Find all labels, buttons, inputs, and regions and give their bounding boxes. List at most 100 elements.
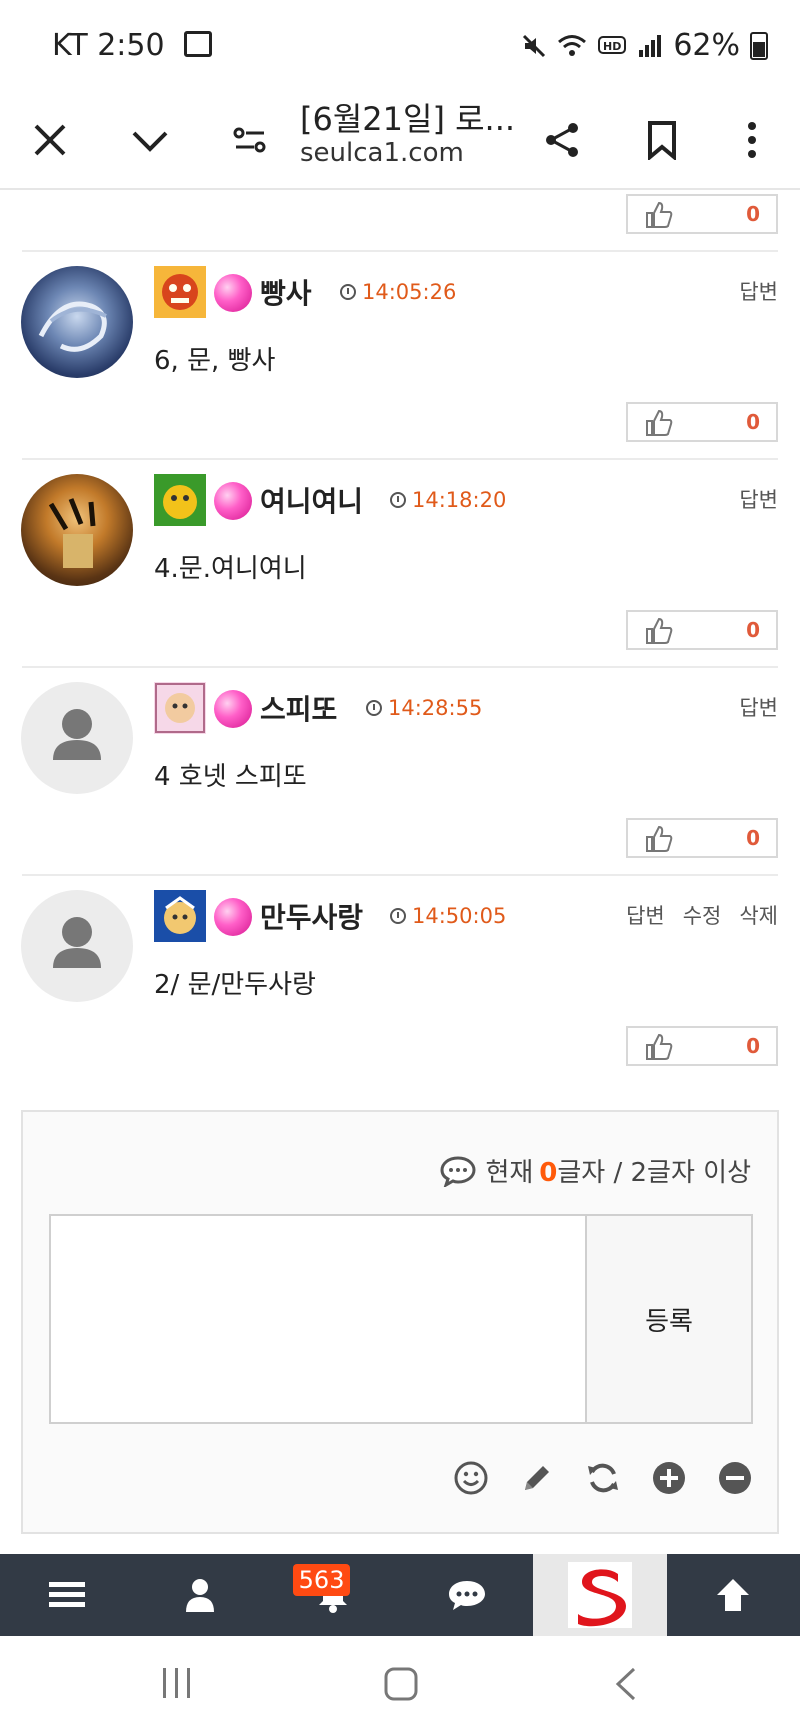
comment-actions: 답변 <box>739 692 778 722</box>
nickname[interactable]: 여니여니 <box>260 480 363 520</box>
like-button[interactable]: 0 <box>626 194 778 234</box>
status-right: HD 62% <box>521 28 768 63</box>
mute-icon <box>523 34 546 57</box>
page-domain[interactable]: seulca1.com <box>300 138 464 168</box>
char-count-prefix: 현재 <box>485 1158 534 1188</box>
like-count: 0 <box>746 202 760 226</box>
thumbs-up-icon <box>646 825 673 852</box>
level-icon <box>154 266 206 318</box>
level-icon <box>154 682 206 734</box>
thumbs-up-icon <box>646 617 673 644</box>
chat-bubble-icon <box>448 1581 485 1610</box>
member-badge-icon <box>214 898 252 936</box>
level-icon <box>154 474 206 526</box>
arrow-up-icon <box>717 1579 750 1611</box>
browser-toolbar: [6월21일] 로... seulca1.com <box>0 90 800 190</box>
like-button[interactable]: 0 <box>626 818 778 858</box>
time-text: 14:28:55 <box>388 696 483 720</box>
reply-link[interactable]: 답변 <box>739 276 778 306</box>
default-user-icon <box>53 917 101 968</box>
hd-voice-icon: HD <box>598 35 627 54</box>
like-button[interactable]: 0 <box>626 402 778 442</box>
close-tab-button[interactable] <box>20 110 80 170</box>
comment-time: 14:05:26 <box>340 280 456 304</box>
home-icon <box>384 1667 418 1701</box>
edit-link[interactable]: 수정 <box>683 900 722 930</box>
delete-link[interactable]: 삭제 <box>739 900 778 930</box>
site-settings-button[interactable] <box>220 110 280 170</box>
chevron-down-icon <box>132 131 168 152</box>
like-count: 0 <box>746 1034 760 1058</box>
clock-icon <box>390 492 406 508</box>
char-counter: 현재 0글자 / 2글자 이상 <box>439 1152 751 1189</box>
smiley-icon <box>454 1461 488 1495</box>
more-menu-button[interactable] <box>722 110 782 170</box>
default-user-icon <box>53 709 101 760</box>
home-button[interactable] <box>383 1666 419 1706</box>
carrier-time: KT 2:50 <box>52 28 165 63</box>
minus-circle-icon <box>719 1462 751 1494</box>
comment-time: 14:28:55 <box>366 696 482 720</box>
messages-button[interactable] <box>400 1554 533 1636</box>
like-count: 0 <box>746 826 760 850</box>
comment-time: 14:50:05 <box>390 904 506 928</box>
recent-apps-button[interactable] <box>160 1666 194 1704</box>
nickname[interactable]: 빵사 <box>260 272 312 312</box>
back-button[interactable] <box>612 1666 638 1706</box>
comment-text: 4.문.여니여니 <box>154 554 307 584</box>
site-logo-button[interactable] <box>533 1554 667 1636</box>
clock-icon <box>340 284 356 300</box>
like-button[interactable]: 0 <box>626 610 778 650</box>
pencil-icon <box>525 1466 549 1490</box>
comment-item: 여니여니 14:18:20 답변 4.문.여니여니 0 <box>0 460 800 666</box>
submit-button[interactable]: 등록 <box>585 1214 753 1424</box>
char-count-value: 0 <box>539 1158 558 1188</box>
svg-text:HD: HD <box>603 40 621 53</box>
menu-button[interactable] <box>0 1554 133 1636</box>
scroll-top-button[interactable] <box>667 1554 800 1636</box>
clock-icon <box>366 700 382 716</box>
status-bar: KT 2:50 HD 62% <box>0 0 800 90</box>
emoji-button[interactable] <box>453 1460 489 1496</box>
comment-textarea[interactable] <box>49 1214 587 1424</box>
avatar <box>21 474 133 586</box>
like-button[interactable]: 0 <box>626 1026 778 1066</box>
nickname[interactable]: 스피또 <box>260 688 337 728</box>
bookmark-button[interactable] <box>632 110 692 170</box>
comment-actions: 답변 <box>739 276 778 306</box>
nickname[interactable]: 만두사랑 <box>260 896 363 936</box>
pencil-button[interactable] <box>519 1460 555 1496</box>
collapse-button[interactable] <box>120 110 180 170</box>
like-count: 0 <box>746 410 760 434</box>
hamburger-icon <box>48 1582 85 1607</box>
speech-bubble-icon <box>440 1155 476 1187</box>
share-button[interactable] <box>532 110 592 170</box>
reply-link[interactable]: 답변 <box>626 900 665 930</box>
shrink-button[interactable] <box>717 1460 753 1496</box>
refresh-icon <box>588 1463 618 1493</box>
avatar <box>21 266 133 378</box>
battery-icon <box>750 31 768 60</box>
recent-apps-icon <box>163 1668 190 1698</box>
system-navigation-bar <box>0 1636 800 1734</box>
editor-tools <box>453 1460 753 1496</box>
comment-actions: 답변 수정 삭제 <box>626 900 778 930</box>
comment-item: 스피또 14:28:55 답변 4 호넷 스피또 0 <box>0 668 800 874</box>
refresh-button[interactable] <box>585 1460 621 1496</box>
member-badge-icon <box>214 690 252 728</box>
profile-button[interactable] <box>133 1554 266 1636</box>
comment-write-form: 현재 0글자 / 2글자 이상 등록 <box>21 1110 779 1534</box>
expand-button[interactable] <box>651 1460 687 1496</box>
time-text: 14:18:20 <box>412 488 507 512</box>
notification-button[interactable]: 563 <box>267 1554 400 1636</box>
reply-link[interactable]: 답변 <box>739 692 778 722</box>
avatar <box>21 682 133 794</box>
thumbs-up-icon <box>646 409 673 436</box>
tune-icon <box>233 127 266 153</box>
close-icon <box>34 124 66 156</box>
reply-link[interactable]: 답변 <box>739 484 778 514</box>
comment-text: 2/ 문/만두사랑 <box>154 970 316 1000</box>
status-left: KT 2:50 <box>52 28 213 63</box>
level-icon <box>154 890 206 942</box>
page-title[interactable]: [6월21일] 로... <box>300 94 515 140</box>
